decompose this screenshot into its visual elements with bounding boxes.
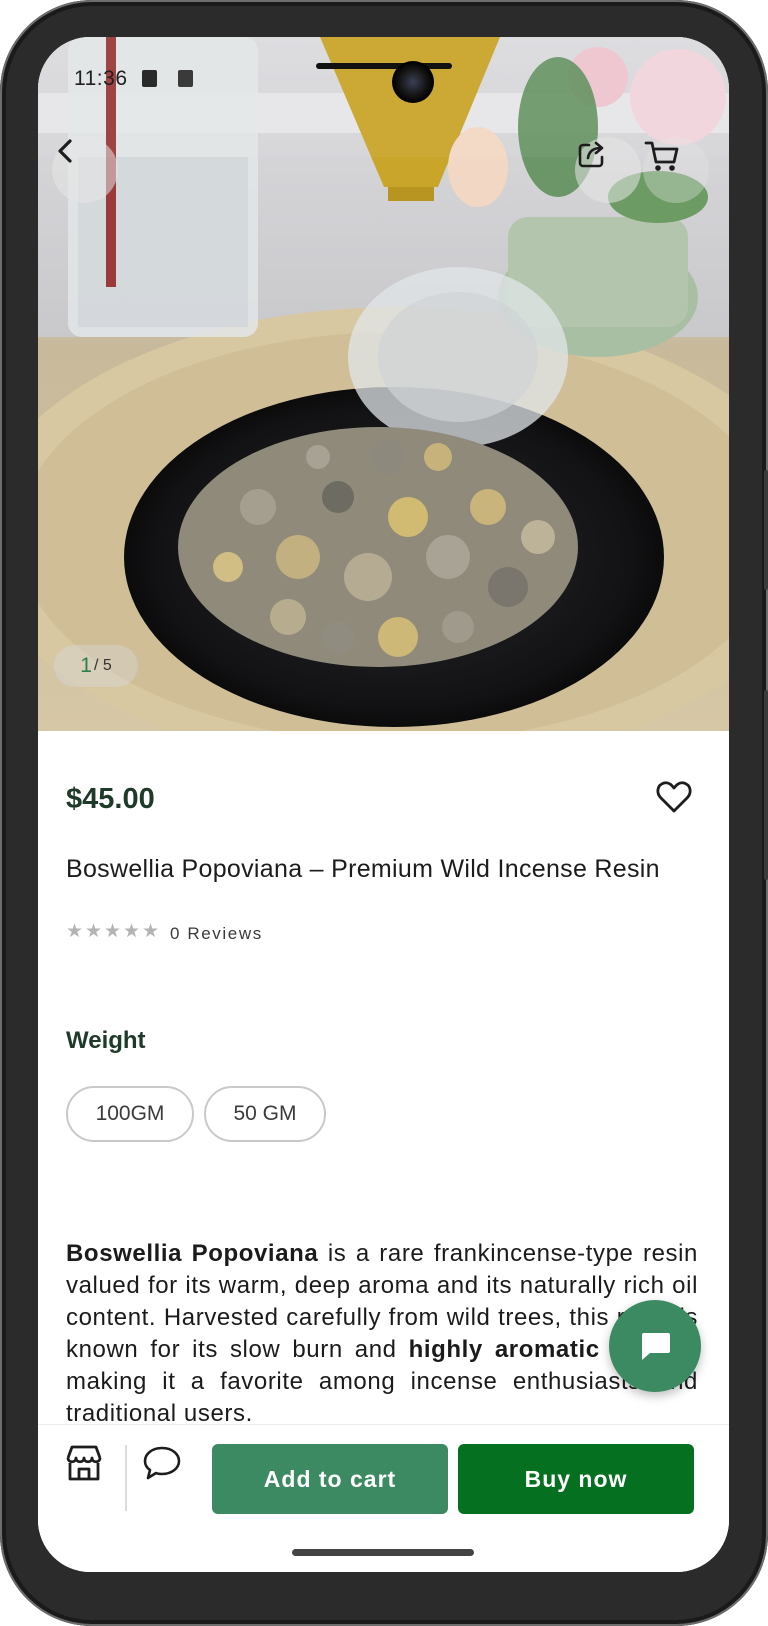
screen: 11:36 1 / 5 $45.00 Boswellia Popoviana –… xyxy=(38,37,729,1572)
star-icon: ★ xyxy=(123,921,141,942)
front-camera xyxy=(392,61,434,103)
chat-button[interactable] xyxy=(138,1439,186,1487)
chat-bubble-icon xyxy=(143,1446,181,1480)
volume-button xyxy=(764,690,768,880)
status-time: 11:36 xyxy=(74,67,128,90)
favorite-button[interactable] xyxy=(654,777,694,817)
font-a-icon xyxy=(178,70,193,87)
product-price: $45.00 xyxy=(66,783,155,815)
bar-divider xyxy=(125,1445,127,1511)
image-counter: 1 / 5 xyxy=(54,645,138,687)
star-icon: ★ xyxy=(85,921,103,942)
add-to-cart-button[interactable]: Add to cart xyxy=(212,1444,448,1514)
star-icon: ★ xyxy=(66,921,84,942)
heart-icon xyxy=(656,781,692,813)
home-indicator[interactable] xyxy=(292,1549,474,1556)
sensor-bar xyxy=(316,63,452,69)
weight-label: Weight xyxy=(66,1027,146,1054)
cart-icon xyxy=(644,141,679,171)
buy-now-button[interactable]: Buy now xyxy=(458,1444,694,1514)
back-button[interactable] xyxy=(52,137,118,203)
message-icon xyxy=(642,1333,670,1360)
product-image[interactable]: 11:36 1 / 5 xyxy=(38,37,729,731)
star-icon: ★ xyxy=(142,921,160,942)
chevron-left-icon xyxy=(58,139,72,163)
power-button xyxy=(764,470,768,590)
product-description: Boswellia Popoviana is a rare frankincen… xyxy=(66,1238,698,1430)
product-title: Boswellia Popoviana – Premium Wild Incen… xyxy=(66,855,660,883)
reviews-link[interactable]: 0 Reviews xyxy=(170,924,263,944)
image-counter-total: / 5 xyxy=(93,657,112,674)
sd-card-icon xyxy=(142,70,157,87)
description-strong-name: Boswellia Popoviana xyxy=(66,1240,319,1267)
weight-option-50gm[interactable]: 50 GM xyxy=(204,1086,326,1142)
rating-stars: ★ ★ ★ ★ ★ xyxy=(66,921,160,942)
image-counter-current: 1 xyxy=(80,654,92,677)
share-button[interactable] xyxy=(575,137,641,203)
chat-fab[interactable] xyxy=(609,1300,701,1392)
cart-button[interactable] xyxy=(643,137,709,203)
store-icon xyxy=(66,1445,102,1481)
weight-option-100gm[interactable]: 100GM xyxy=(66,1086,194,1142)
share-icon xyxy=(578,141,604,168)
star-icon: ★ xyxy=(104,921,122,942)
store-button[interactable] xyxy=(60,1439,108,1487)
